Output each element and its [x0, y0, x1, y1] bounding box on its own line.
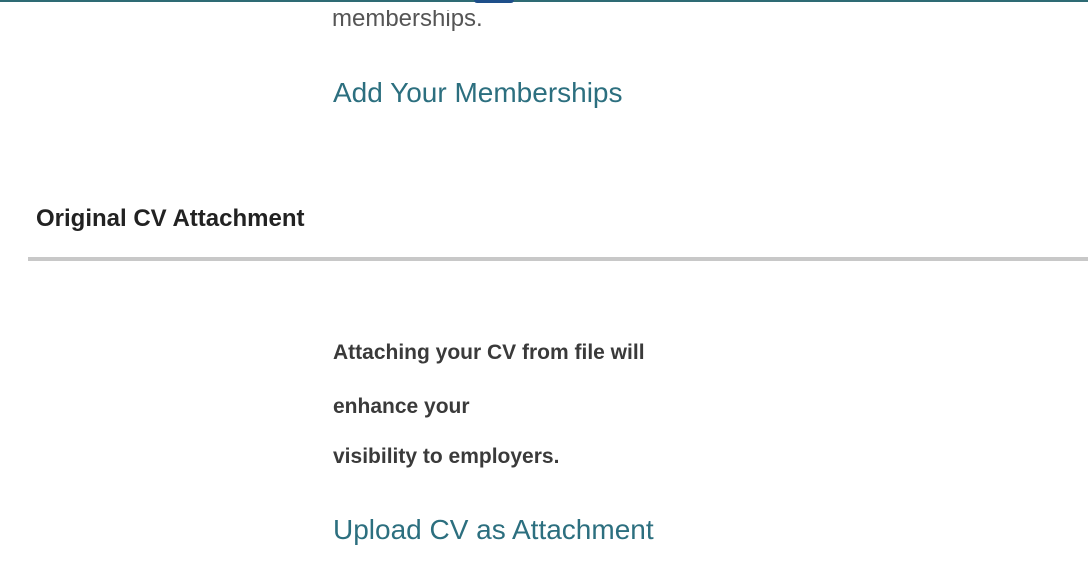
header-bar [0, 0, 1088, 2]
section-title-cv-attachment: Original CV Attachment [36, 205, 305, 232]
cv-attachment-description-line: enhance your [333, 395, 470, 418]
section-divider [28, 257, 1088, 261]
add-memberships-link[interactable]: Add Your Memberships [333, 76, 623, 110]
header-accent [474, 0, 514, 3]
cv-attachment-description-line: Attaching your CV from file will [333, 341, 645, 364]
cv-attachment-description-line: visibility to employers. [333, 445, 560, 468]
upload-cv-link[interactable]: Upload CV as Attachment [333, 513, 654, 547]
memberships-description: memberships. [332, 5, 483, 32]
